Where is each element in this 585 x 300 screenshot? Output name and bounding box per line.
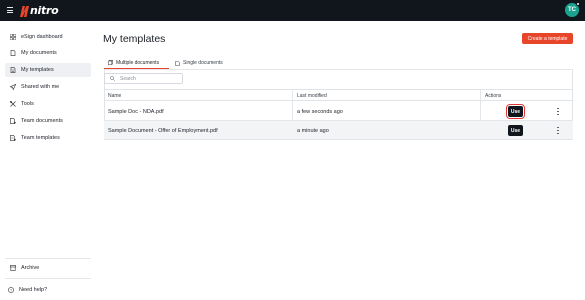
sidebar-divider xyxy=(5,258,91,259)
svg-text:?: ? xyxy=(10,288,12,292)
tab-label: Single documents xyxy=(183,60,223,66)
documents-icon xyxy=(108,60,113,65)
sidebar-item-label: Shared with me xyxy=(21,84,60,90)
sidebar-item-my-documents[interactable]: My documents xyxy=(5,46,91,60)
column-header-name[interactable]: Name xyxy=(104,90,121,102)
sidebar-item-label: Team templates xyxy=(21,135,60,141)
column-header-last-modified[interactable]: Last modified xyxy=(293,90,327,102)
team-template-icon xyxy=(10,135,16,141)
sidebar-item-team-documents[interactable]: Team documents xyxy=(5,114,91,128)
table-header: Name Last modified Actions xyxy=(104,89,573,101)
template-name[interactable]: Sample Document - Offer of Employment.pd… xyxy=(104,121,218,140)
template-icon xyxy=(10,67,16,73)
sidebar-item-shared-with-me[interactable]: Shared with me xyxy=(5,80,91,94)
sidebar-item-label: My documents xyxy=(21,50,57,56)
nitro-logo[interactable]: nitro xyxy=(19,3,59,18)
more-options-icon[interactable] xyxy=(556,108,560,115)
more-options-icon[interactable] xyxy=(556,127,560,134)
sidebar-item-label: eSign dashboard xyxy=(21,34,63,40)
search-box[interactable] xyxy=(104,73,183,84)
notification-dot xyxy=(576,2,580,6)
sidebar-item-esign-dashboard[interactable]: eSign dashboard xyxy=(5,30,91,44)
sidebar-item-tools[interactable]: Tools xyxy=(5,97,91,111)
document-icon xyxy=(175,60,180,66)
sidebar-divider xyxy=(5,278,91,279)
page-title: My templates xyxy=(103,33,166,45)
sidebar-item-label: My templates xyxy=(21,67,54,73)
sidebar-item-team-templates[interactable]: Team templates xyxy=(5,131,91,145)
help-icon: ? xyxy=(8,287,14,293)
grid-icon xyxy=(10,34,16,40)
send-icon xyxy=(10,84,16,90)
tools-icon xyxy=(10,101,16,107)
last-modified: a few seconds ago xyxy=(297,108,343,115)
sidebar-item-label: Archive xyxy=(21,265,40,271)
use-template-button[interactable]: Use xyxy=(506,104,525,119)
archive-icon xyxy=(10,265,16,271)
menu-icon[interactable] xyxy=(7,7,13,13)
sidebar-item-label: Tools xyxy=(21,101,34,107)
search-input[interactable] xyxy=(120,75,175,82)
team-document-icon xyxy=(10,118,16,124)
user-avatar[interactable]: TC xyxy=(565,2,580,17)
nitro-logo-mark-icon xyxy=(20,5,29,17)
logo-text: nitro xyxy=(30,4,59,17)
table-row[interactable]: Sample Doc - NDA.pdf a few seconds ago U… xyxy=(104,102,573,121)
help-label: Need help? xyxy=(19,287,48,293)
avatar-initials: TC xyxy=(568,7,576,13)
need-help-link[interactable]: ? Need help? xyxy=(5,283,91,297)
tab-single-documents[interactable]: Single documents xyxy=(171,57,231,69)
top-bar: nitro TC xyxy=(0,0,585,21)
tab-label: Multiple documents xyxy=(116,59,160,66)
document-icon xyxy=(10,50,16,56)
search-icon xyxy=(110,76,115,81)
create-template-button[interactable]: Create a template xyxy=(522,33,573,44)
sidebar-item-my-templates[interactable]: My templates xyxy=(5,63,91,77)
column-header-actions: Actions xyxy=(485,93,502,99)
sidebar: eSign dashboard My documents My template… xyxy=(0,21,96,300)
use-template-button[interactable]: Use xyxy=(508,125,523,136)
last-modified: a minute ago xyxy=(297,127,329,134)
tab-multiple-documents[interactable]: Multiple documents xyxy=(104,57,169,69)
table-row[interactable]: Sample Document - Offer of Employment.pd… xyxy=(104,121,573,140)
sidebar-item-label: Team documents xyxy=(21,118,63,124)
template-name[interactable]: Sample Doc - NDA.pdf xyxy=(104,102,164,121)
sidebar-item-archive[interactable]: Archive xyxy=(5,261,91,275)
